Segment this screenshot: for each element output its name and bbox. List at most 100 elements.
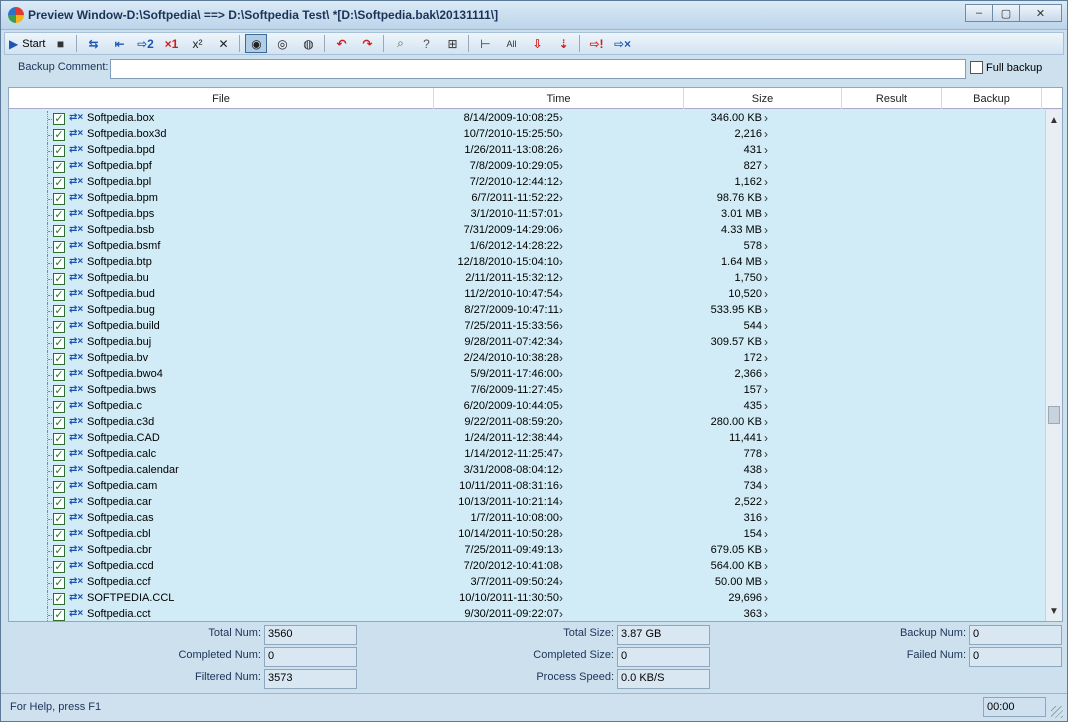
table-row[interactable]: ✓ ⇄× Softpedia.CAD 1/24/2011-12:38:44 › 11,44… bbox=[9, 431, 1045, 447]
row-checkbox[interactable]: ✓ bbox=[53, 449, 65, 461]
table-row[interactable]: ✓ ⇄× Softpedia.cas 1/7/2011-10:08:00 › 316 › bbox=[9, 511, 1045, 527]
scroll-thumb[interactable] bbox=[1048, 406, 1060, 424]
table-row[interactable]: ✓ ⇄× Softpedia.c3d 9/22/2011-08:59:20 › 280.0… bbox=[9, 415, 1045, 431]
row-checkbox[interactable]: ✓ bbox=[53, 273, 65, 285]
table-row[interactable]: ✓ ⇄× Softpedia.ccf 3/7/2011-09:50:24 › 50.00 … bbox=[9, 575, 1045, 591]
row-checkbox[interactable]: ✓ bbox=[53, 321, 65, 333]
question-search-button[interactable]: ? bbox=[415, 34, 437, 53]
redo-button[interactable]: ↷ bbox=[356, 34, 378, 53]
delete-1-button[interactable]: ×1 bbox=[160, 34, 182, 53]
swap-button[interactable]: ⇆ bbox=[82, 34, 104, 53]
resize-grip-icon[interactable] bbox=[1051, 706, 1063, 718]
maximize-button[interactable]: ▢ bbox=[992, 4, 1020, 22]
table-row[interactable]: ✓ ⇄× Softpedia.bws 7/6/2009-11:27:45 › 157 › bbox=[9, 383, 1045, 399]
row-checkbox[interactable]: ✓ bbox=[53, 257, 65, 269]
close-button[interactable]: ✕ bbox=[1019, 4, 1062, 22]
table-row[interactable]: ✓ ⇄× Softpedia.bud 11/2/2010-10:47:54 › 10,52… bbox=[9, 287, 1045, 303]
view-filter-button[interactable]: ◍ bbox=[297, 34, 319, 53]
row-checkbox[interactable]: ✓ bbox=[53, 433, 65, 445]
row-checkbox[interactable]: ✓ bbox=[53, 145, 65, 157]
view-button[interactable]: ◉ bbox=[245, 34, 268, 53]
backup-comment-input[interactable] bbox=[110, 59, 966, 79]
cancel-arrow-button[interactable]: ⇨× bbox=[611, 34, 633, 53]
undo-button[interactable]: ↶ bbox=[330, 34, 352, 53]
column-header-time[interactable]: Time bbox=[434, 88, 684, 109]
column-header-size[interactable]: Size bbox=[684, 88, 842, 109]
table-row[interactable]: ✓ ⇄× Softpedia.bpm 6/7/2011-11:52:22 › 98.76 … bbox=[9, 191, 1045, 207]
row-checkbox[interactable]: ✓ bbox=[53, 513, 65, 525]
table-row[interactable]: ✓ ⇄× Softpedia.cam 10/11/2011-08:31:16 › 734 › bbox=[9, 479, 1045, 495]
row-checkbox[interactable]: ✓ bbox=[53, 209, 65, 221]
row-checkbox[interactable]: ✓ bbox=[53, 609, 65, 621]
row-checkbox[interactable]: ✓ bbox=[53, 113, 65, 125]
row-checkbox[interactable]: ✓ bbox=[53, 465, 65, 477]
table-row[interactable]: ✓ ⇄× Softpedia.cbl 10/14/2011-10:50:28 › 154 › bbox=[9, 527, 1045, 543]
column-header-backup[interactable]: Backup bbox=[942, 88, 1042, 109]
row-checkbox[interactable]: ✓ bbox=[53, 129, 65, 141]
table-row[interactable]: ✓ ⇄× Softpedia.build 7/25/2011-15:33:56 › 544… bbox=[9, 319, 1045, 335]
table-row[interactable]: ✓ ⇄× Softpedia.cct 9/30/2011-09:22:07 › 363 › bbox=[9, 607, 1045, 621]
table-row[interactable]: ✓ ⇄× Softpedia.bu 2/11/2011-15:32:12 › 1,750 › bbox=[9, 271, 1045, 287]
row-checkbox[interactable]: ✓ bbox=[53, 305, 65, 317]
search-button[interactable]: ⌕ bbox=[389, 34, 411, 53]
row-checkbox[interactable]: ✓ bbox=[53, 193, 65, 205]
stop-button[interactable]: ■ bbox=[49, 34, 71, 53]
alert-button[interactable]: ⇨! bbox=[585, 34, 607, 53]
scroll-down-icon[interactable]: ▼ bbox=[1046, 603, 1062, 619]
row-checkbox[interactable]: ✓ bbox=[53, 529, 65, 541]
row-checkbox[interactable]: ✓ bbox=[53, 337, 65, 349]
scroll-up-icon[interactable]: ▲ bbox=[1046, 112, 1062, 128]
row-checkbox[interactable]: ✓ bbox=[53, 545, 65, 557]
x-button[interactable]: ✕ bbox=[212, 34, 234, 53]
row-checkbox[interactable]: ✓ bbox=[53, 417, 65, 429]
row-checkbox[interactable]: ✓ bbox=[53, 177, 65, 189]
tree-button[interactable]: ⊢ bbox=[474, 34, 496, 53]
row-checkbox[interactable]: ✓ bbox=[53, 481, 65, 493]
minimize-button[interactable]: ‒ bbox=[965, 4, 993, 22]
table-row[interactable]: ✓ ⇄× Softpedia.car 10/13/2011-10:21:14 › 2,52… bbox=[9, 495, 1045, 511]
view-all-button[interactable]: ◎ bbox=[271, 34, 293, 53]
table-row[interactable]: ✓ ⇄× Softpedia.box 8/14/2009-10:08:25 › 346.0… bbox=[9, 111, 1045, 127]
table-row[interactable]: ✓ ⇄× Softpedia.bpf 7/8/2009-10:29:05 › 827 › bbox=[9, 159, 1045, 175]
table-row[interactable]: ✓ ⇄× Softpedia.calendar 3/31/2008-08:04:12 ›… bbox=[9, 463, 1045, 479]
table-row[interactable]: ✓ ⇄× Softpedia.bsb 7/31/2009-14:29:06 › 4.33 … bbox=[9, 223, 1045, 239]
full-backup-checkbox[interactable]: Full backup bbox=[970, 61, 1042, 74]
table-row[interactable]: ✓ ⇄× Softpedia.c 6/20/2009-10:44:05 › 435 › bbox=[9, 399, 1045, 415]
table-row[interactable]: ✓ ⇄× Softpedia.btp 12/18/2010-15:04:10 › 1.64… bbox=[9, 255, 1045, 271]
table-row[interactable]: ✓ ⇄× SOFTPEDIA.CCL 10/10/2011-11:30:50 › 29,6… bbox=[9, 591, 1045, 607]
filter-button[interactable]: ⊞ bbox=[441, 34, 463, 53]
row-checkbox[interactable]: ✓ bbox=[53, 161, 65, 173]
column-header-file[interactable]: File bbox=[9, 88, 434, 109]
row-checkbox[interactable]: ✓ bbox=[53, 401, 65, 413]
table-row[interactable]: ✓ ⇄× Softpedia.bug 8/27/2009-10:47:11 › 533.9… bbox=[9, 303, 1045, 319]
row-checkbox[interactable]: ✓ bbox=[53, 241, 65, 253]
move-down-2-button[interactable]: ⇣ bbox=[552, 34, 574, 53]
table-row[interactable]: ✓ ⇄× Softpedia.bps 3/1/2010-11:57:01 › 3.01 M… bbox=[9, 207, 1045, 223]
start-button[interactable]: ▶ Start bbox=[9, 34, 45, 53]
x2-button[interactable]: x² bbox=[186, 34, 208, 53]
move-down-button[interactable]: ⇩ bbox=[526, 34, 548, 53]
row-checkbox[interactable]: ✓ bbox=[53, 289, 65, 301]
back-button[interactable]: ⇤ bbox=[108, 34, 130, 53]
select-all-button[interactable]: All bbox=[500, 34, 522, 53]
table-row[interactable]: ✓ ⇄× Softpedia.cbr 7/25/2011-09:49:13 › 679.0… bbox=[9, 543, 1045, 559]
column-header-result[interactable]: Result bbox=[842, 88, 942, 109]
table-row[interactable]: ✓ ⇄× Softpedia.bpd 1/26/2011-13:08:26 › 431 › bbox=[9, 143, 1045, 159]
table-row[interactable]: ✓ ⇄× Softpedia.buj 9/28/2011-07:42:34 › 309.5… bbox=[9, 335, 1045, 351]
table-row[interactable]: ✓ ⇄× Softpedia.bv 2/24/2010-10:38:28 › 172 › bbox=[9, 351, 1045, 367]
row-checkbox[interactable]: ✓ bbox=[53, 369, 65, 381]
table-row[interactable]: ✓ ⇄× Softpedia.bwo4 5/9/2011-17:46:00 › 2,366… bbox=[9, 367, 1045, 383]
forward-2-button[interactable]: ⇨2 bbox=[134, 34, 156, 53]
table-row[interactable]: ✓ ⇄× Softpedia.box3d 10/7/2010-15:25:50 › 2,2… bbox=[9, 127, 1045, 143]
row-checkbox[interactable]: ✓ bbox=[53, 385, 65, 397]
row-checkbox[interactable]: ✓ bbox=[53, 577, 65, 589]
row-checkbox[interactable]: ✓ bbox=[53, 561, 65, 573]
table-row[interactable]: ✓ ⇄× Softpedia.bpl 7/2/2010-12:44:12 › 1,162 › bbox=[9, 175, 1045, 191]
row-checkbox[interactable]: ✓ bbox=[53, 593, 65, 605]
table-row[interactable]: ✓ ⇄× Softpedia.calc 1/14/2012-11:25:47 › 778 › bbox=[9, 447, 1045, 463]
vertical-scrollbar[interactable]: ▲ ▼ bbox=[1045, 110, 1062, 621]
row-checkbox[interactable]: ✓ bbox=[53, 497, 65, 509]
table-row[interactable]: ✓ ⇄× Softpedia.bsmf 1/6/2012-14:28:22 › 578 › bbox=[9, 239, 1045, 255]
table-row[interactable]: ✓ ⇄× Softpedia.ccd 7/20/2012-10:41:08 › 564.0… bbox=[9, 559, 1045, 575]
row-checkbox[interactable]: ✓ bbox=[53, 225, 65, 237]
